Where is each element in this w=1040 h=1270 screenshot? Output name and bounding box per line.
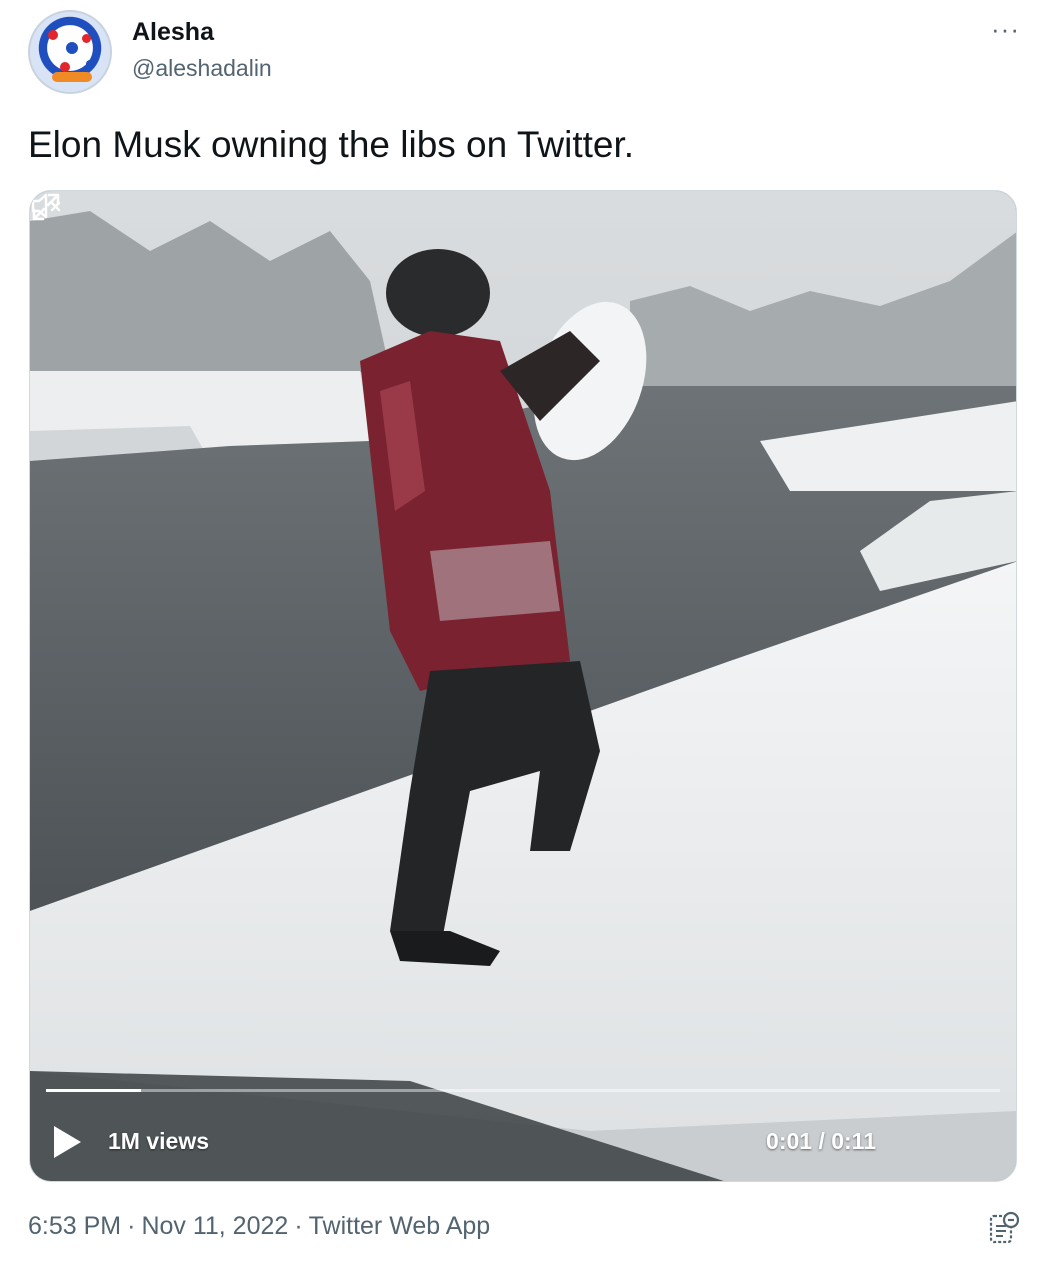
tweet-text: Elon Musk owning the libs on Twitter. xyxy=(28,124,635,165)
author-name[interactable]: Alesha xyxy=(132,18,214,47)
play-icon[interactable] xyxy=(54,1126,81,1158)
video-frame xyxy=(30,191,1016,1181)
more-options-icon[interactable]: ··· xyxy=(991,14,1020,45)
video-progress-fill xyxy=(46,1089,142,1092)
expand-icon[interactable] xyxy=(30,191,62,223)
separator: · xyxy=(294,1212,303,1240)
tweet-time[interactable]: 6:53 PM xyxy=(28,1212,121,1240)
tweet-metadata: 6:53 PM · Nov 11, 2022 · Twitter Web App xyxy=(28,1212,496,1241)
transparency-info-icon[interactable] xyxy=(988,1210,1020,1246)
video-progress-bar[interactable] xyxy=(46,1089,1000,1092)
avatar[interactable] xyxy=(28,10,112,94)
tweet-source[interactable]: Twitter Web App xyxy=(309,1212,491,1240)
video-player[interactable]: 1M views 0:01 / 0:11 xyxy=(29,190,1017,1182)
separator: · xyxy=(127,1212,136,1240)
view-count: 1M views xyxy=(108,1128,209,1154)
author-handle[interactable]: @aleshadalin xyxy=(132,55,272,82)
tweet-date[interactable]: Nov 11, 2022 xyxy=(141,1212,288,1240)
video-time: 0:01 / 0:11 xyxy=(766,1128,876,1154)
